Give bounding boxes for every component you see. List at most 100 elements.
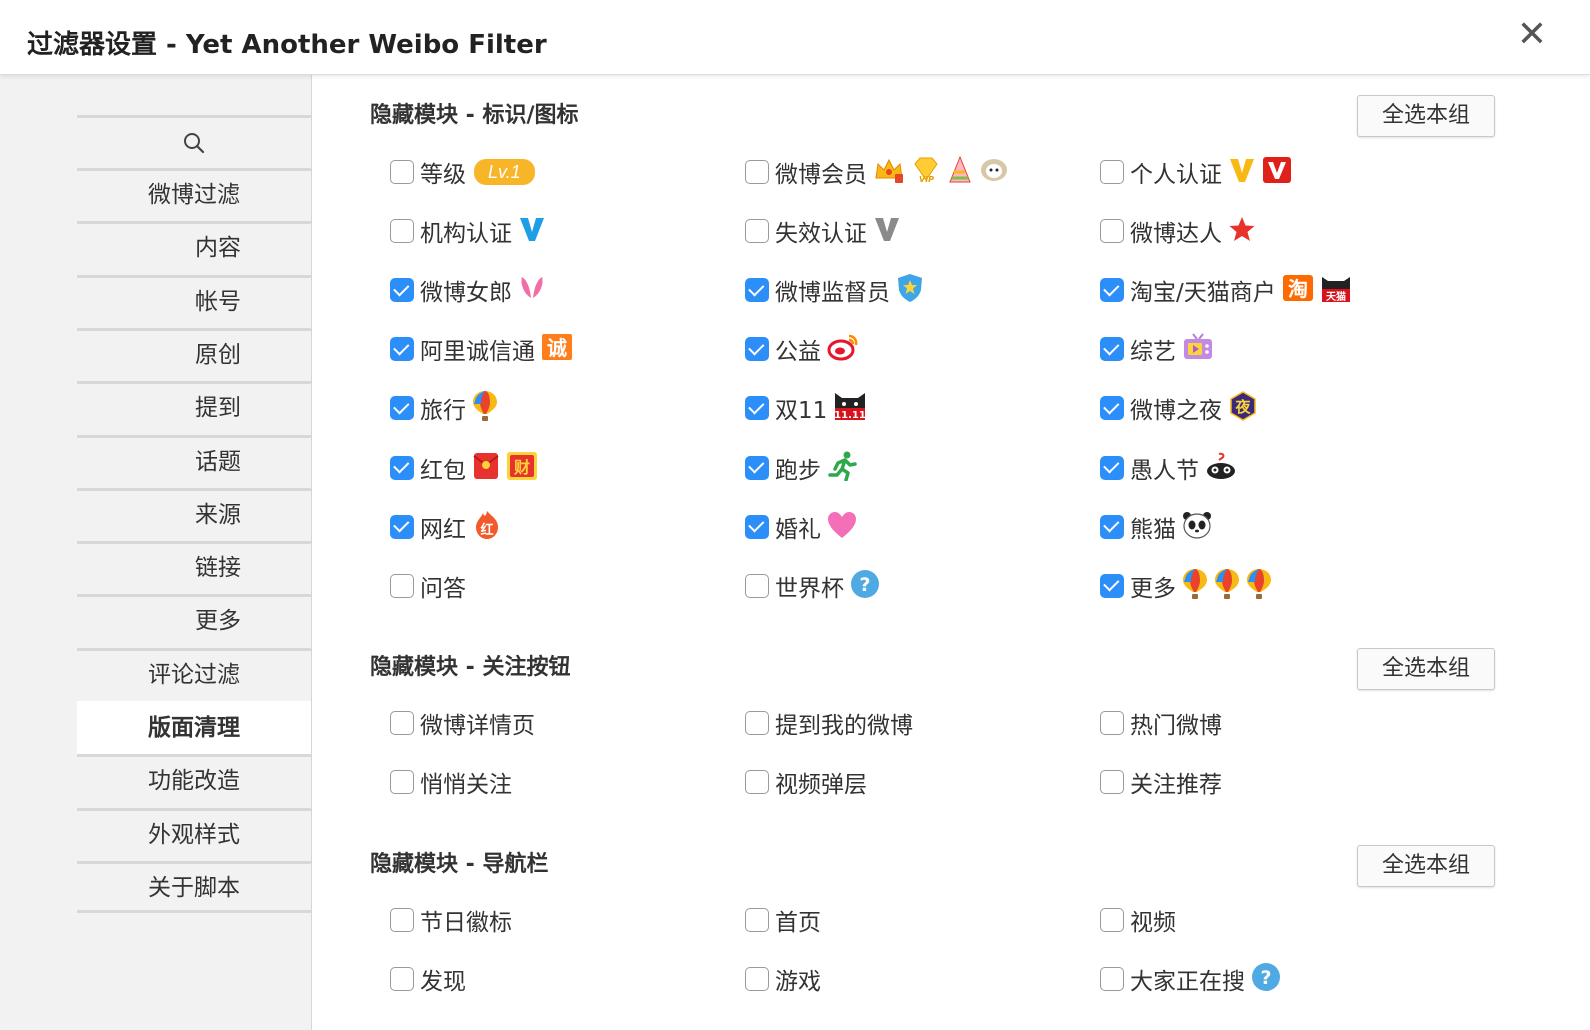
sidebar-search-button[interactable] <box>77 118 311 168</box>
checkbox-checked[interactable] <box>390 278 414 303</box>
option-checkbox[interactable]: 世界杯? <box>745 566 880 606</box>
wanghong-icon: 红 <box>472 510 502 544</box>
sidebar: 微博过滤 内容 帐号 原创 提到 话题 来源 链接 更多 评论过滤 版面清理 功能改造 外观样式 关于脚本 <box>0 75 312 1030</box>
sidebar-item[interactable]: 话题 <box>77 434 311 488</box>
option-checkbox[interactable]: 愚人节 <box>1100 448 1237 488</box>
sidebar-item[interactable]: 原创 <box>77 327 311 381</box>
option-checkbox[interactable]: 红包 财 <box>390 448 538 488</box>
checkbox-checked[interactable] <box>745 278 769 303</box>
option-checkbox[interactable]: 热门微博 <box>1100 703 1222 743</box>
checkbox-checked[interactable] <box>1100 278 1124 303</box>
option-checkbox[interactable]: 微博监督员 <box>745 270 924 310</box>
checkbox-unchecked[interactable] <box>1100 711 1124 735</box>
option-checkbox[interactable]: 公益 <box>745 329 859 369</box>
option-label: 等级 <box>420 162 466 188</box>
option-checkbox[interactable]: 个人认证 <box>1100 152 1292 192</box>
checkbox-checked[interactable] <box>390 396 414 421</box>
option-checkbox[interactable]: 发现 <box>390 959 466 999</box>
option-checkbox[interactable]: 综艺 <box>1100 329 1214 369</box>
option-checkbox[interactable]: 等级 Lv.1 <box>390 152 535 192</box>
checkbox-unchecked[interactable] <box>745 573 769 598</box>
sidebar-item[interactable]: 微博过滤 <box>77 168 311 221</box>
sidebar-item[interactable]: 更多 <box>77 594 311 647</box>
svg-text:夜: 夜 <box>1234 398 1251 416</box>
checkbox-unchecked[interactable] <box>1100 770 1124 795</box>
sidebar-item[interactable]: 内容 <box>77 221 311 274</box>
sidebar-item[interactable]: 关于脚本 <box>77 860 311 914</box>
checkbox-unchecked[interactable] <box>745 160 769 184</box>
checkbox-unchecked[interactable] <box>390 711 414 735</box>
option-checkbox[interactable]: 问答 <box>390 566 466 606</box>
checkbox-unchecked[interactable] <box>745 967 769 992</box>
option-checkbox[interactable]: 微博达人 <box>1100 211 1256 251</box>
sidebar-item[interactable]: 外观样式 <box>77 807 311 861</box>
option-checkbox[interactable]: 视频弹层 <box>745 762 867 802</box>
close-icon[interactable]: ✕ <box>1512 15 1552 55</box>
option-label: 节日徽标 <box>420 910 512 936</box>
checkbox-checked[interactable] <box>1100 455 1124 480</box>
option-checkbox[interactable]: 大家正在搜? <box>1100 959 1281 999</box>
checkbox-unchecked[interactable] <box>1100 219 1124 244</box>
checkbox-checked[interactable] <box>1100 514 1124 539</box>
checkbox-checked[interactable] <box>1100 573 1124 598</box>
option-checkbox[interactable]: 熊猫 <box>1100 507 1212 547</box>
option-checkbox[interactable]: 游戏 <box>745 959 821 999</box>
sidebar-item[interactable]: 来源 <box>77 487 311 541</box>
option-checkbox[interactable]: 淘宝/天猫商户淘天猫 <box>1100 270 1352 310</box>
verified-v-blue-icon <box>518 215 546 247</box>
sidebar-item[interactable]: 评论过滤 <box>77 647 311 701</box>
checkbox-unchecked[interactable] <box>745 219 769 244</box>
option-checkbox[interactable]: 旅行 <box>390 388 498 428</box>
option-label: 婚礼 <box>775 516 821 543</box>
option-checkbox[interactable]: 机构认证 <box>390 211 546 251</box>
select-all-button[interactable]: 全选本组 <box>1357 648 1495 690</box>
sidebar-item[interactable]: 功能改造 <box>77 754 311 807</box>
checkbox-unchecked[interactable] <box>1100 967 1124 992</box>
checkbox-checked[interactable] <box>390 514 414 539</box>
checkbox-checked[interactable] <box>745 396 769 421</box>
option-checkbox[interactable]: 阿里诚信通诚 <box>390 329 573 369</box>
checkbox-checked[interactable] <box>1100 337 1124 362</box>
option-checkbox[interactable]: 跑步 <box>745 448 857 488</box>
option-checkbox[interactable]: 婚礼 <box>745 507 857 547</box>
checkbox-checked[interactable] <box>745 337 769 362</box>
select-all-button[interactable]: 全选本组 <box>1357 95 1495 137</box>
option-checkbox[interactable]: 首页 <box>745 900 821 940</box>
option-checkbox[interactable]: 关注推荐 <box>1100 762 1222 802</box>
checkbox-unchecked[interactable] <box>745 711 769 735</box>
checkbox-checked[interactable] <box>390 455 414 480</box>
checkbox-checked[interactable] <box>390 337 414 362</box>
checkbox-unchecked[interactable] <box>1100 908 1124 932</box>
checkbox-checked[interactable] <box>745 514 769 539</box>
checkbox-checked[interactable] <box>745 455 769 480</box>
option-checkbox[interactable]: 节日徽标 <box>390 900 512 940</box>
checkbox-unchecked[interactable] <box>390 160 414 184</box>
option-checkbox[interactable]: 失效认证 <box>745 211 901 251</box>
checkbox-unchecked[interactable] <box>390 573 414 598</box>
option-checkbox[interactable]: 视频 <box>1100 900 1176 940</box>
option-checkbox[interactable]: 双11 11.11 <box>745 388 867 428</box>
checkbox-unchecked[interactable] <box>745 770 769 795</box>
checkbox-unchecked[interactable] <box>390 219 414 244</box>
sidebar-item[interactable]: 提到 <box>77 381 311 434</box>
group-title: 隐藏模块 - 标识/图标 <box>370 103 579 128</box>
checkbox-unchecked[interactable] <box>390 770 414 795</box>
sidebar-item[interactable]: 帐号 <box>77 274 311 328</box>
option-checkbox[interactable]: 网红红 <box>390 507 502 547</box>
option-checkbox[interactable]: 更多 <box>1100 566 1272 606</box>
checkbox-unchecked[interactable] <box>390 967 414 992</box>
option-checkbox[interactable]: 悄悄关注 <box>390 762 512 802</box>
sidebar-item[interactable]: 链接 <box>77 541 311 594</box>
option-checkbox[interactable]: 提到我的微博 <box>745 703 913 743</box>
balloon-icon <box>472 390 498 426</box>
option-checkbox[interactable]: 微博之夜夜 <box>1100 388 1258 428</box>
select-all-button[interactable]: 全选本组 <box>1357 845 1495 887</box>
checkbox-unchecked[interactable] <box>390 908 414 932</box>
checkbox-unchecked[interactable] <box>745 908 769 932</box>
checkbox-unchecked[interactable] <box>1100 160 1124 184</box>
sidebar-item[interactable]: 版面清理 <box>77 701 311 754</box>
option-checkbox[interactable]: 微博会员 VIP <box>745 152 1009 192</box>
checkbox-checked[interactable] <box>1100 396 1124 421</box>
option-checkbox[interactable]: 微博详情页 <box>390 703 535 743</box>
option-checkbox[interactable]: 微博女郎 <box>390 270 546 310</box>
